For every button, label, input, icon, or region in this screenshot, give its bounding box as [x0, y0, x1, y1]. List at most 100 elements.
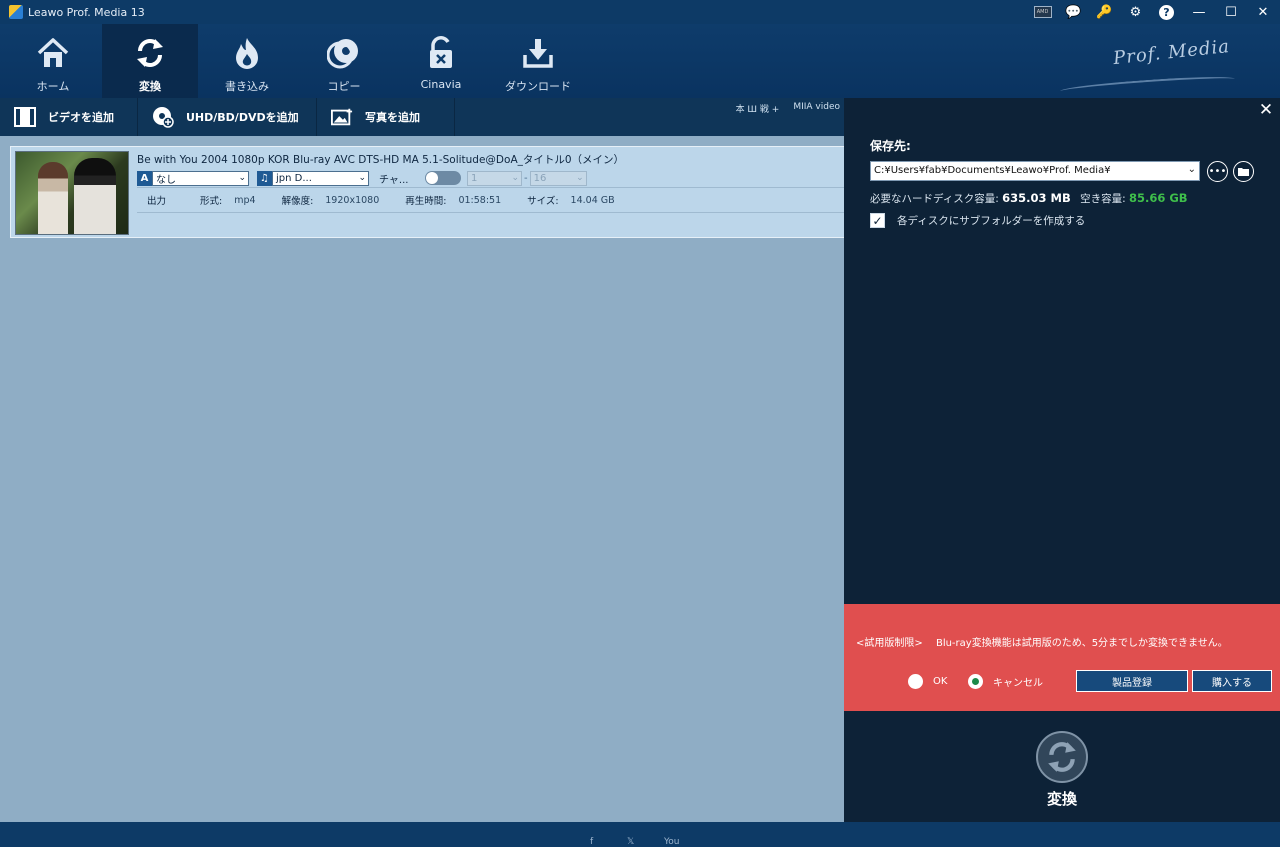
status-bar: f 𝕏 You [0, 822, 1280, 847]
add-video-button[interactable]: ビデオを追加 [0, 98, 138, 136]
resolution-value: 1920x1080 [325, 194, 380, 206]
title-bar: Leawo Prof. Media 13 AMD 💬 🔑 ⚙ ? — ☐ ✕ [0, 0, 1280, 24]
twitter-icon[interactable]: 𝕏 [627, 837, 634, 847]
audio-value: jpn D... [276, 172, 312, 184]
browse-more-icon[interactable]: ••• [1207, 161, 1228, 182]
maximize-icon[interactable]: ☐ [1216, 0, 1246, 24]
minimize-icon[interactable]: — [1182, 0, 1216, 24]
chevron-down-icon: ⌄ [358, 172, 366, 183]
youtube-icon[interactable]: You [664, 837, 680, 847]
add-disc-label: UHD/BD/DVDを追加 [186, 111, 299, 124]
output-path-select[interactable]: C:¥Users¥fab¥Documents¥Leawo¥Prof. Media… [870, 161, 1200, 181]
output-settings-panel: ✕ 保存先: C:¥Users¥fab¥Documents¥Leawo¥Prof… [844, 98, 1280, 822]
toolbar-right-clipped: 本 Ш 戦 + MIIA video [736, 98, 844, 136]
disc-add-icon [152, 106, 174, 128]
radio-selected-dot [972, 678, 979, 685]
chevron-down-icon: ⌄ [1187, 164, 1196, 175]
nav-convert[interactable]: 変換 [102, 24, 198, 98]
brand-logo: Prof. Media [1112, 35, 1231, 70]
required-space-label: 必要なハードディスク容量: [870, 193, 999, 205]
thumbnail-figure-left [38, 162, 68, 234]
radio-ok-button[interactable] [908, 674, 923, 689]
gear-icon[interactable]: ⚙ [1120, 0, 1151, 24]
free-space-label: 空き容量: [1080, 193, 1126, 205]
nav-cinavia[interactable]: Cinavia [393, 24, 489, 98]
convert-button[interactable] [1036, 731, 1088, 783]
trial-limit-notice: <試用版制限> Blu-ray変換機能は試用版のため、5分までしか変換できません… [844, 604, 1280, 711]
buy-button[interactable]: 購入する [1192, 670, 1272, 692]
key-icon[interactable]: 🔑 [1089, 0, 1120, 24]
radio-cancel-button[interactable] [968, 674, 983, 689]
resolution-label: 解像度: [281, 196, 314, 207]
facebook-icon[interactable]: f [590, 837, 593, 847]
size-label: サイズ: [527, 196, 559, 207]
trial-tag: <試用版制限> [856, 638, 923, 649]
range-end-value: 16 [533, 172, 547, 184]
chevron-down-icon: ⌄ [576, 172, 584, 183]
file-list: Be with You 2004 1080p KOR Blu-ray AVC D… [0, 136, 845, 822]
nav-label-burn: 書き込み [225, 80, 269, 93]
toolbar-clipped-text-1[interactable]: 本 Ш 戦 + [736, 102, 780, 115]
register-button[interactable]: 製品登録 [1076, 670, 1188, 692]
audio-select[interactable]: jpn D... ⌄ [272, 170, 369, 186]
nav-label-copy: コピー [327, 80, 361, 93]
nav-copy[interactable]: コピー [296, 24, 392, 98]
amd-icon[interactable]: AMD [1027, 0, 1058, 24]
close-icon[interactable]: ✕ [1246, 0, 1280, 24]
subtitle-icon: A [137, 170, 152, 186]
chat-icon[interactable]: 💬 [1058, 0, 1089, 24]
radio-ok-label: OK [933, 676, 948, 687]
help-icon[interactable]: ? [1151, 0, 1182, 24]
toggle-knob [426, 172, 438, 184]
duration-label: 再生時間: [405, 196, 447, 207]
add-photo-label: 写真を追加 [365, 111, 420, 124]
nav-label-convert: 変換 [139, 80, 161, 93]
chevron-down-icon: ⌄ [238, 172, 246, 183]
help-glyph: ? [1159, 4, 1174, 20]
nav-home[interactable]: ホーム [5, 24, 101, 98]
chapter-label: チャ... [379, 174, 409, 186]
film-icon [14, 106, 36, 128]
add-disc-button[interactable]: UHD/BD/DVDを追加 [138, 98, 317, 136]
nav-download[interactable]: ダウンロード [490, 24, 586, 98]
range-end-select[interactable]: 16 ⌄ [529, 170, 587, 186]
trial-message-row: <試用版制限> Blu-ray変換機能は試用版のため、5分までしか変換できません… [856, 634, 1228, 649]
required-space-value: 635.03 MB [1002, 191, 1071, 205]
chevron-down-icon: ⌄ [511, 172, 519, 183]
trial-message: Blu-ray変換機能は試用版のため、5分までしか変換できません。 [935, 638, 1228, 649]
toolbar-clipped-text-2[interactable]: MIIA video [793, 102, 840, 112]
chapter-toggle[interactable] [425, 171, 461, 185]
radio-cancel[interactable]: キャンセル [968, 674, 1043, 689]
subtitle-value: なし [156, 174, 176, 186]
cinavia-icon [424, 36, 458, 70]
format-label: 形式: [200, 196, 223, 207]
toolbar: ビデオを追加 UHD/BD/DVDを追加 写真を追加 本 Ш 戦 + MIIA … [0, 98, 844, 136]
disk-space-info: 必要なハードディスク容量: 635.03 MB 空き容量: 85.66 GB [870, 191, 1188, 206]
subfolder-checkbox[interactable]: ✓ [870, 213, 885, 228]
video-thumbnail[interactable] [15, 151, 129, 235]
subfolder-option: ✓ 各ディスクにサブフォルダーを作成する [870, 213, 1085, 228]
copy-icon [327, 36, 361, 70]
convert-icon [1048, 742, 1076, 772]
nav-label-download: ダウンロード [505, 80, 571, 93]
output-path-value: C:¥Users¥fab¥Documents¥Leawo¥Prof. Media… [874, 165, 1111, 176]
app-title: Leawo Prof. Media 13 [28, 5, 145, 19]
add-photo-button[interactable]: 写真を追加 [317, 98, 455, 136]
convert-label: 変換 [1046, 790, 1077, 808]
photo-add-icon [331, 106, 353, 128]
range-start-value: 1 [471, 172, 478, 184]
brand-swoosh [1059, 73, 1236, 97]
output-label: 出力 [147, 196, 167, 207]
nav-label-home: ホーム [36, 80, 70, 93]
panel-close-icon[interactable]: ✕ [1256, 100, 1276, 120]
nav-burn[interactable]: 書き込み [199, 24, 295, 98]
list-item[interactable]: Be with You 2004 1080p KOR Blu-ray AVC D… [10, 146, 845, 238]
range-start-select[interactable]: 1 ⌄ [467, 170, 522, 186]
duration-value: 01:58:51 [458, 194, 502, 206]
open-folder-icon[interactable] [1233, 161, 1254, 182]
subtitle-select[interactable]: なし ⌄ [152, 170, 249, 186]
radio-ok[interactable]: OK [908, 674, 947, 689]
thumbnail-figure-right [74, 158, 116, 234]
add-video-label: ビデオを追加 [48, 111, 114, 124]
audio-icon: ♫ [257, 170, 272, 186]
